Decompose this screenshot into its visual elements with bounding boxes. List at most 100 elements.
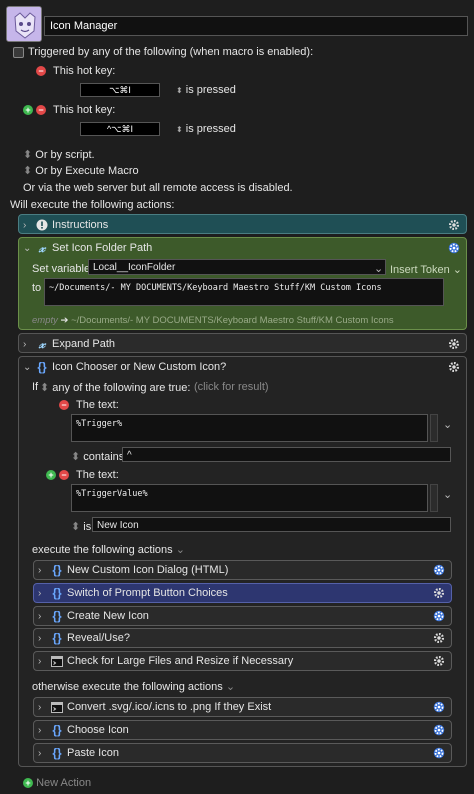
chevron-right-icon[interactable]: ›	[38, 748, 50, 759]
remove-condition-icon[interactable]: −	[59, 470, 69, 480]
then-action-3[interactable]: › {} Create New Icon	[33, 606, 452, 626]
curly-braces-icon: {}	[52, 609, 62, 623]
popup-arrows-icon: ⬍	[71, 521, 81, 533]
or-by-execute-popup[interactable]: ⬍ Or by Execute Macro	[23, 164, 139, 177]
hotkey-label: This hot key:	[53, 65, 116, 77]
chevron-right-icon[interactable]: ›	[38, 656, 50, 667]
insert-token-button[interactable]: Insert Token ⌄	[390, 263, 462, 276]
any-popup[interactable]: ⬍ any of the following are true:	[40, 381, 190, 394]
chevron-right-icon[interactable]: ›	[38, 725, 50, 736]
variable-x-icon: 𝓍	[38, 336, 46, 352]
gear-icon[interactable]	[432, 723, 446, 737]
set-variable-action[interactable]: ⌄ 𝓍 Set Icon Folder Path Set variable Lo…	[18, 237, 467, 330]
curly-braces-icon: {}	[52, 563, 62, 577]
popup-arrows-icon: ⬍	[23, 149, 33, 161]
popup-arrows-icon: ⬍	[71, 451, 81, 463]
script-window-icon	[50, 700, 64, 714]
plus-icon: +	[23, 778, 33, 789]
action-title: Icon Chooser or New Custom Icon?	[52, 361, 227, 373]
preview-line: empty ➔ ~/Documents/- MY DOCUMENTS/Keybo…	[32, 315, 394, 326]
variable-dropdown-icon[interactable]: ⌄	[374, 262, 383, 275]
add-condition-icon[interactable]: +	[46, 470, 56, 480]
gear-icon[interactable]	[432, 609, 446, 623]
will-execute-label: Will execute the following actions:	[10, 199, 175, 211]
remove-condition-icon[interactable]: −	[59, 400, 69, 410]
otherwise-label: otherwise execute the following actions …	[32, 681, 236, 693]
gear-icon[interactable]	[447, 218, 461, 232]
condition2-value-field[interactable]: New Icon	[92, 517, 451, 532]
gear-icon[interactable]	[447, 337, 461, 351]
condition2-operator-popup[interactable]: ⬍ is	[71, 520, 91, 533]
new-action-button[interactable]: + New Action	[23, 777, 91, 789]
scrollbar[interactable]	[430, 414, 438, 442]
the-text-label: The text:	[76, 469, 119, 481]
then-action-1[interactable]: › {} New Custom Icon Dialog (HTML)	[33, 560, 452, 580]
click-for-result[interactable]: (click for result)	[194, 381, 269, 393]
condition1-text-field[interactable]: %Trigger%	[71, 414, 428, 442]
curly-braces-icon: {}	[52, 723, 62, 737]
curly-braces-icon: {}	[52, 631, 62, 645]
else-action-3[interactable]: › {} Paste Icon	[33, 743, 452, 763]
triggered-by-label: Triggered by any of the following (when …	[28, 46, 314, 58]
chevron-down-icon[interactable]: ⌄	[226, 681, 235, 693]
chevron-right-icon[interactable]: ›	[23, 339, 35, 350]
condition1-value-field[interactable]: ^	[122, 447, 451, 462]
chevron-down-icon[interactable]: ⌄	[176, 544, 185, 556]
macro-icon[interactable]	[6, 6, 42, 42]
chevron-right-icon[interactable]: ›	[23, 220, 35, 231]
condition1-dropdown-icon[interactable]: ⌄	[443, 418, 452, 431]
curly-braces-icon: {}	[52, 746, 62, 760]
gear-icon[interactable]	[432, 746, 446, 760]
hotkey-label: This hot key:	[53, 104, 116, 116]
instructions-action[interactable]: › Instructions	[18, 214, 467, 234]
arrow-right-icon: ➔	[60, 315, 69, 326]
chevron-down-icon[interactable]: ⌄	[23, 362, 35, 373]
gear-icon[interactable]	[447, 360, 461, 374]
variable-name-field[interactable]: Local__IconFolder	[88, 259, 386, 275]
info-icon	[35, 218, 49, 232]
gear-icon[interactable]	[432, 654, 446, 668]
condition2-dropdown-icon[interactable]: ⌄	[443, 488, 452, 501]
to-value-field[interactable]: ~/Documents/- MY DOCUMENTS/Keyboard Maes…	[44, 278, 444, 306]
then-action-2[interactable]: › {} Switch of Prompt Button Choices	[33, 583, 452, 603]
gear-icon[interactable]	[432, 586, 446, 600]
chevron-right-icon[interactable]: ›	[38, 702, 50, 713]
popup-arrows-icon: ⬍	[176, 125, 183, 134]
macro-name-field[interactable]: Icon Manager	[44, 16, 468, 36]
then-action-5[interactable]: › Check for Large Files and Resize if Ne…	[33, 651, 452, 671]
condition2-text-field[interactable]: %TriggerValue%	[71, 484, 428, 512]
scrollbar[interactable]	[430, 484, 438, 512]
chevron-right-icon[interactable]: ›	[38, 565, 50, 576]
popup-arrows-icon: ⬍	[23, 165, 33, 177]
trigger-enabled-checkbox[interactable]	[13, 47, 24, 58]
variable-x-icon: 𝓍	[38, 240, 46, 256]
chevron-down-icon[interactable]: ⌄	[23, 243, 35, 254]
script-window-icon	[50, 654, 64, 668]
action-title: Set Icon Folder Path	[52, 242, 153, 254]
if-label: If	[32, 381, 39, 393]
hotkey-field-1[interactable]: ⌥⌘I	[80, 83, 160, 97]
condition1-operator-popup[interactable]: ⬍ contains	[71, 450, 124, 463]
gear-icon[interactable]	[432, 563, 446, 577]
else-action-1[interactable]: › Convert .svg/.ico/.icns to .png If the…	[33, 697, 452, 717]
chevron-right-icon[interactable]: ›	[38, 633, 50, 644]
remove-trigger-icon[interactable]: −	[36, 66, 46, 76]
gear-icon[interactable]	[432, 631, 446, 645]
add-trigger-icon[interactable]: +	[23, 105, 33, 115]
curly-braces-icon: {}	[52, 586, 62, 600]
popup-arrows-icon: ⬍	[176, 86, 183, 95]
then-action-4[interactable]: › {} Reveal/Use?	[33, 628, 452, 648]
chevron-right-icon[interactable]: ›	[38, 611, 50, 622]
chevron-right-icon[interactable]: ›	[38, 588, 50, 599]
remove-trigger-icon[interactable]: −	[36, 105, 46, 115]
else-action-2[interactable]: › {} Choose Icon	[33, 720, 452, 740]
is-pressed-popup[interactable]: ⬍ is pressed	[176, 84, 236, 96]
gear-icon[interactable]	[432, 700, 446, 714]
to-label: to	[32, 282, 42, 294]
is-pressed-popup[interactable]: ⬍ is pressed	[176, 123, 236, 135]
gear-icon[interactable]	[447, 241, 461, 255]
hotkey-field-2[interactable]: ^⌥⌘I	[80, 122, 160, 136]
expand-path-action[interactable]: › 𝓍 Expand Path	[18, 333, 467, 353]
or-by-script-popup[interactable]: ⬍ Or by script.	[23, 148, 95, 161]
execute-label: execute the following actions ⌄	[32, 544, 185, 556]
